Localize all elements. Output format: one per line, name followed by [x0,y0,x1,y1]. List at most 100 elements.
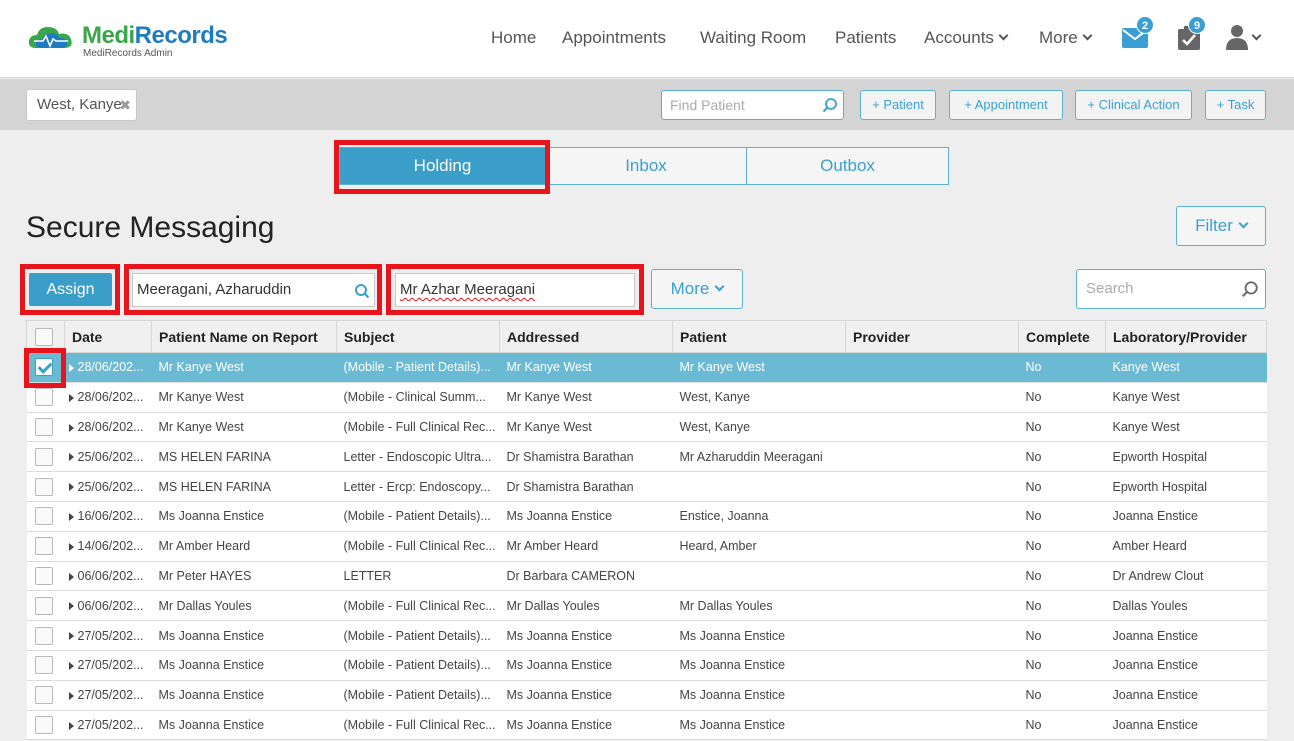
find-patient-input[interactable]: Find Patient [661,90,844,120]
messages-button[interactable]: 2 [1120,16,1156,52]
message-search-placeholder: Search [1086,280,1134,297]
message-search-input[interactable]: Search [1076,269,1266,309]
nav-home[interactable]: Home [491,26,536,50]
table-row[interactable]: 28/06/202... Mr Kanye West (Mobile - Clini… [26,381,1267,413]
nav-patients[interactable]: Patients [835,26,896,50]
expand-row-icon[interactable] [68,364,74,373]
expand-row-icon[interactable] [68,662,74,671]
expand-row-icon[interactable] [68,423,74,432]
column-header-patient-on-report[interactable]: Patient Name on Report [151,320,337,353]
row-checkbox[interactable] [34,417,53,436]
row-select-cell [26,649,65,681]
nav-accounts[interactable]: Accounts [924,26,1009,50]
row-checkbox[interactable] [34,566,53,585]
row-checkbox[interactable] [34,656,53,675]
column-header-addressed[interactable]: Addressed [499,320,673,353]
column-header-lab[interactable]: Laboratory/Provider [1105,320,1267,353]
column-header-patient[interactable]: Patient [672,320,846,353]
column-header-date[interactable]: Date [64,320,152,353]
row-checkbox[interactable] [34,477,53,496]
filter-button[interactable]: Filter [1176,206,1266,246]
table-row[interactable]: 27/05/202... Ms Joanna Enstice (Mobile - P… [26,620,1267,651]
table-row[interactable]: 28/06/202... Mr Kanye West (Mobile - Full … [26,411,1267,443]
nav-more[interactable]: More [1039,26,1093,50]
expand-row-icon[interactable] [68,602,74,611]
cell-patient-on-report: Mr Kanye West [151,381,337,413]
expand-row-icon[interactable] [68,393,74,402]
main-nav: Home Appointments Waiting Room Patients … [0,26,1294,50]
cell-addressed: Ms Joanna Enstice [499,500,673,532]
row-checkbox[interactable] [34,388,53,407]
nav-waiting-room[interactable]: Waiting Room [700,26,806,50]
add-clinical-action-button[interactable]: + Clinical Action [1075,90,1192,120]
cell-date: 28/06/202... [64,411,152,443]
chevron-down-icon [1251,30,1262,41]
chevron-down-icon [714,281,725,292]
tab-inbox[interactable]: Inbox [545,147,747,185]
addressed-to-input[interactable]: Mr Azhar Meeragani [395,273,635,307]
expand-row-icon[interactable] [68,542,74,551]
table-row[interactable]: 28/06/202... Mr Kanye West (Mobile - Patie… [26,352,1267,383]
row-checkbox[interactable] [34,537,53,556]
cell-date-text: 25/06/202... [77,479,144,494]
row-checkbox[interactable] [34,447,53,466]
tab-outbox[interactable]: Outbox [746,147,949,185]
table-row[interactable]: 27/05/202... Ms Joanna Enstice (Mobile - F… [26,709,1267,741]
row-checkbox[interactable] [34,715,53,734]
assign-button[interactable]: Assign [29,273,112,306]
table-row[interactable]: 06/06/202... Mr Peter HAYES LETTER Dr Barba… [26,560,1267,592]
expand-row-icon[interactable] [68,721,74,730]
table-row[interactable]: 25/06/202... MS HELEN FARINA Letter - Endo… [26,441,1267,473]
cell-subject: (Mobile - Full Clinical Rec... [336,530,500,562]
expand-row-icon[interactable] [68,632,74,641]
table-row[interactable]: 25/06/202... MS HELEN FARINA Letter - Ercp… [26,471,1267,502]
add-appointment-button[interactable]: + Appointment [949,90,1063,120]
tab-holding[interactable]: Holding [339,147,546,185]
cell-complete: No [1018,649,1106,681]
table-row[interactable]: 06/06/202... Mr Dallas Youles (Mobile - Fu… [26,590,1267,622]
user-menu[interactable] [1226,22,1268,52]
cell-date: 27/05/202... [64,679,152,711]
expand-row-icon[interactable] [68,513,74,522]
column-header-provider[interactable]: Provider [845,320,1019,353]
search-icon[interactable] [822,97,838,113]
table-header-row: Date Patient Name on Report Subject Addr… [26,320,1267,353]
add-task-button[interactable]: + Task [1205,90,1266,120]
cell-subject: (Mobile - Full Clinical Rec... [336,590,500,622]
column-header-complete[interactable]: Complete [1018,320,1106,353]
cell-addressed: Dr Barbara CAMERON [499,560,673,592]
cell-patient-on-report: Ms Joanna Enstice [151,709,337,741]
row-checkbox[interactable] [34,596,53,615]
row-checkbox[interactable] [34,358,53,377]
nav-appointments[interactable]: Appointments [562,26,666,50]
select-all-checkbox[interactable] [35,327,53,346]
cell-patient: Ms Joanna Enstice [672,679,846,711]
row-select-cell [26,590,65,622]
table-row[interactable]: 14/06/202... Mr Amber Heard (Mobile - Full… [26,530,1267,562]
expand-row-icon[interactable] [68,483,74,492]
add-patient-button[interactable]: + Patient [860,90,936,120]
cell-subject: LETTER [336,560,500,592]
cell-addressed: Ms Joanna Enstice [499,620,673,651]
table-row[interactable]: 27/05/202... Ms Joanna Enstice (Mobile - P… [26,679,1267,711]
table-row[interactable]: 16/06/202... Ms Joanna Enstice (Mobile - P… [26,500,1267,532]
cell-subject: (Mobile - Patient Details)... [336,679,500,711]
current-patient-chip[interactable]: West, Kanye ✖ [26,89,137,121]
expand-row-icon[interactable] [68,453,74,462]
search-icon[interactable] [1241,280,1259,298]
table-row[interactable]: 27/05/202... Ms Joanna Enstice (Mobile - P… [26,649,1267,681]
expand-row-icon[interactable] [68,691,74,700]
row-checkbox[interactable] [34,507,53,526]
more-actions-button[interactable]: More [651,269,743,309]
column-header-subject[interactable]: Subject [336,320,500,353]
expand-row-icon[interactable] [68,572,74,581]
row-checkbox[interactable] [34,626,53,645]
tasks-button[interactable]: 9 [1176,16,1212,52]
cell-date: 27/05/202... [64,620,152,651]
addressed-to-value: Mr Azhar Meeragani [400,281,536,298]
close-icon[interactable]: ✖ [119,90,131,120]
cell-patient: Mr Kanye West [672,352,846,383]
assign-patient-input[interactable]: Meeragani, Azharuddin [132,273,375,307]
row-checkbox[interactable] [34,686,53,705]
search-icon[interactable] [354,283,370,299]
